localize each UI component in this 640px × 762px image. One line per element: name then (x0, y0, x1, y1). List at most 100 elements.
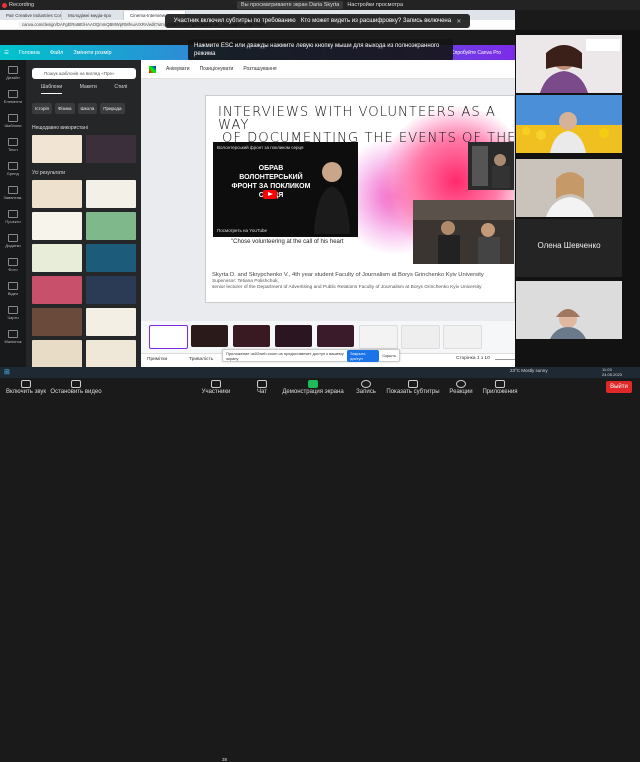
camera-icon (71, 380, 81, 388)
tab-styles[interactable]: Стилі (114, 84, 127, 94)
youtube-play-icon[interactable] (263, 190, 277, 199)
rail-projects[interactable]: Проєкти (0, 210, 26, 224)
participants-button[interactable]: Участники (198, 380, 234, 395)
nav-resize[interactable]: Змінити розмір (73, 50, 111, 56)
page-thumbnail[interactable] (401, 325, 440, 349)
page-thumbnail[interactable] (275, 325, 312, 347)
zoom-control-bar: Включить звук Остановить видео Участники… (0, 378, 640, 762)
color-swatch-icon[interactable] (149, 65, 156, 73)
video-title: Волонтерський фронт за покликом серця (217, 145, 304, 150)
video-icon (8, 282, 18, 290)
hide-button[interactable]: Скрыть (382, 353, 396, 358)
rail-uploads[interactable]: Завантаж. (0, 186, 26, 200)
template-thumbnail[interactable] (32, 308, 82, 336)
rail-draw[interactable]: Малюнок (0, 330, 26, 344)
slide[interactable]: INTERVIEWS WITH VOLUNTEERS AS A WAY OF D… (205, 95, 515, 303)
clock[interactable]: 11:03 24.05.2023 (602, 367, 622, 377)
position-button[interactable]: Позиціонувати (200, 66, 234, 72)
template-thumbnail[interactable] (86, 276, 136, 304)
arrange-button[interactable]: Розташування (243, 66, 276, 72)
close-icon[interactable]: ✕ (456, 18, 461, 25)
embedded-video[interactable]: Волонтерський фронт за покликом серця ОБ… (213, 142, 358, 237)
template-thumbnail[interactable] (32, 212, 82, 240)
template-thumbnail[interactable] (86, 180, 136, 208)
view-settings-menu[interactable]: Настройки просмотра (347, 2, 403, 8)
template-thumbnail[interactable] (86, 212, 136, 240)
page-thumbnail[interactable] (443, 325, 482, 349)
page-thumbnail[interactable] (191, 325, 228, 347)
menu-icon[interactable]: ☰ (4, 50, 9, 56)
rail-elements[interactable]: Елементи (0, 90, 26, 104)
page-thumbnail[interactable] (359, 325, 398, 349)
tab-templates[interactable]: Шаблони (40, 84, 63, 94)
page-thumbnail[interactable] (317, 325, 354, 347)
windows-start-icon[interactable]: ⊞ (4, 368, 10, 376)
chat-button[interactable]: Чат (250, 380, 274, 395)
chip-history[interactable]: Історія (32, 103, 52, 114)
share-screen-button[interactable]: Демонстрация экрана (282, 380, 344, 395)
captions-button[interactable]: Показать субтитры (384, 380, 442, 395)
rail-apps[interactable]: Додатки (0, 234, 26, 248)
photo-icon (8, 258, 18, 266)
reactions-button[interactable]: Реакции (446, 380, 476, 395)
rail-brand[interactable]: Бренд (0, 162, 26, 176)
browser-tab[interactable]: Молодіжні медіа-про (62, 11, 124, 20)
section-recent: Нещодавно використані (32, 125, 88, 131)
template-thumbnail[interactable] (32, 276, 82, 304)
rail-design[interactable]: Дизайн (0, 66, 26, 80)
template-thumbnail[interactable] (86, 308, 136, 336)
subtitle-notice-text: Участник включил субтитры по требованию (173, 18, 296, 24)
weather-widget[interactable]: 23°C Mostly sunny (510, 368, 548, 373)
slide-authors: Skyrta D. and Skrypchenko V., 4th year s… (212, 272, 484, 290)
unmute-button[interactable]: Включить звук (4, 380, 48, 395)
browser-tab[interactable]: Pair Creative Industries Confer (0, 11, 62, 20)
stop-sharing-button[interactable]: Закрыть доступ (347, 349, 380, 362)
template-thumbnail[interactable] (86, 135, 136, 163)
recording-label: Recording (9, 2, 35, 8)
participant-tile[interactable]: Олена Шевченко (516, 219, 622, 277)
tab-layouts[interactable]: Макети (80, 84, 97, 94)
template-search-input[interactable]: Пошук шаблонів на вигляд «Пре» (32, 68, 136, 79)
template-thumbnail[interactable] (32, 135, 82, 163)
participants-count: 38 (222, 757, 228, 762)
participant-tile[interactable] (516, 95, 622, 153)
nav-file[interactable]: Файл (50, 50, 64, 56)
template-thumbnail[interactable] (32, 340, 82, 368)
apps-button[interactable]: Приложения (480, 380, 520, 395)
participant-tile[interactable] (516, 281, 622, 339)
photo-studio (468, 142, 514, 190)
rail-videos[interactable]: Відео (0, 282, 26, 296)
template-thumbnail[interactable] (86, 244, 136, 272)
text-icon (8, 138, 18, 146)
nav-home[interactable]: Головна (19, 50, 40, 56)
leave-meeting-button[interactable]: Выйти (606, 381, 632, 393)
participant-tile[interactable] (516, 35, 622, 93)
notes-button[interactable]: Примітки (147, 357, 167, 362)
view-status: Вы просматриваете экран Daria Skyrta (236, 1, 344, 9)
watch-on-youtube[interactable]: Посмотреть на YouTube (217, 228, 267, 233)
upgrade-button[interactable]: Спробуйте Canva Pro (451, 50, 501, 56)
participant-tile[interactable] (516, 159, 622, 217)
rail-templates[interactable]: Шаблони (0, 114, 26, 128)
who-sees-link[interactable]: Кто может видеть из расшифровку? Запись … (301, 18, 451, 24)
share-screen-icon (308, 380, 318, 388)
record-button[interactable]: Запись (352, 380, 380, 395)
rail-photos[interactable]: Фото (0, 258, 26, 272)
duration-button[interactable]: Тривалість (189, 357, 213, 362)
template-thumbnail[interactable] (86, 340, 136, 368)
rail-text[interactable]: Текст (0, 138, 26, 152)
page-thumbnail-active[interactable] (149, 325, 188, 349)
page-thumbnail[interactable] (233, 325, 270, 347)
template-thumbnail[interactable] (32, 180, 82, 208)
animate-button[interactable]: Анімувати (166, 66, 190, 72)
subtitle-notification: Участник включил субтитры по требованию … (165, 14, 470, 28)
chip-physics[interactable]: Фізика (54, 103, 75, 114)
template-thumbnail[interactable] (32, 244, 82, 272)
chip-nature[interactable]: Природа (100, 103, 125, 114)
chat-icon (257, 380, 267, 388)
stop-video-button[interactable]: Остановить видео (50, 380, 102, 395)
rail-charts[interactable]: Чарти (0, 306, 26, 320)
record-dot-icon (2, 2, 7, 8)
panel-tabs: Шаблони Макети Стилі (32, 84, 136, 94)
chip-school[interactable]: Школа (77, 103, 98, 114)
